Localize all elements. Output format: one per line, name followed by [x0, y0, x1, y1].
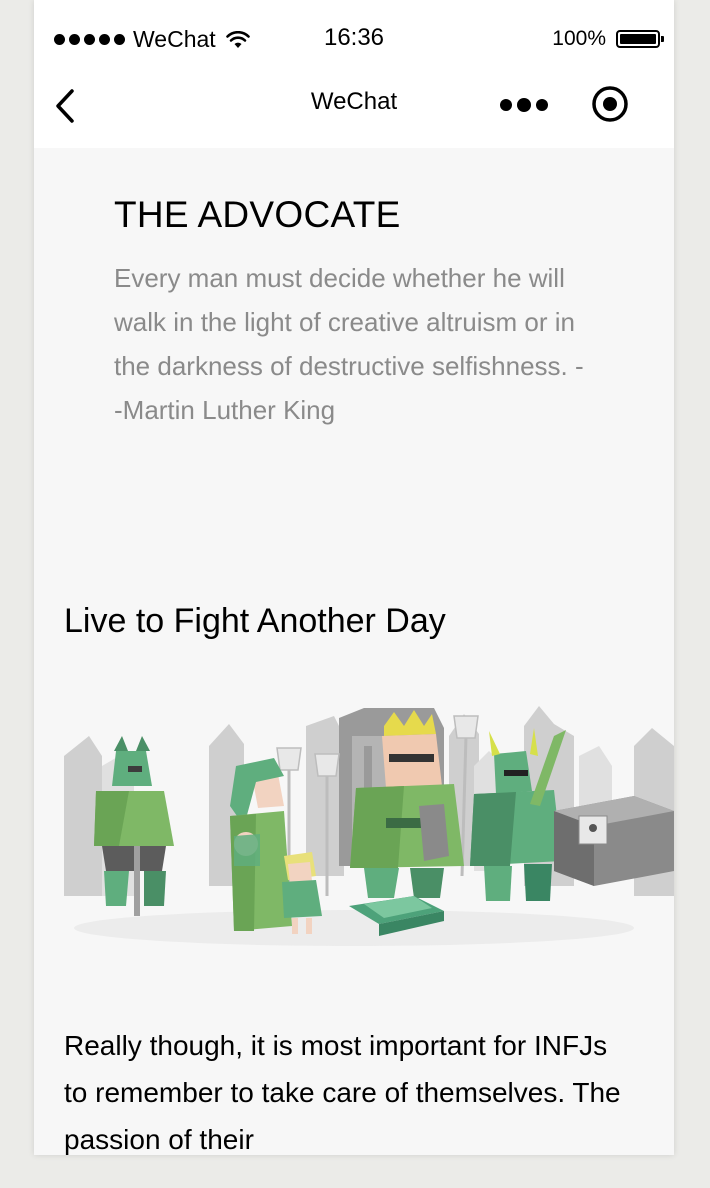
article-quote: Every man must decide whether he will wa… — [114, 263, 584, 425]
battery-icon — [616, 30, 664, 48]
section-heading: Live to Fight Another Day — [64, 602, 446, 640]
battery-status: 100% — [552, 27, 664, 51]
close-miniprogram-icon[interactable] — [590, 84, 630, 124]
advocate-illustration — [64, 706, 674, 946]
ellipsis-dot — [536, 99, 548, 111]
battery-percent: 100% — [552, 27, 606, 50]
status-bar: WeChat 16:36 100% — [34, 0, 674, 68]
ellipsis-dot — [500, 99, 512, 111]
article-title: THE ADVOCATE — [114, 194, 401, 235]
article-body: Really though, it is most important for … — [64, 1030, 621, 1155]
ellipsis-dot — [517, 98, 531, 112]
nav-bar: WeChat — [34, 68, 674, 148]
more-button[interactable] — [500, 98, 548, 112]
nav-title: WeChat — [310, 88, 398, 115]
phone-screen: WeChat 16:36 100% WeChat THE ADVOCATE Ev… — [34, 0, 674, 1155]
